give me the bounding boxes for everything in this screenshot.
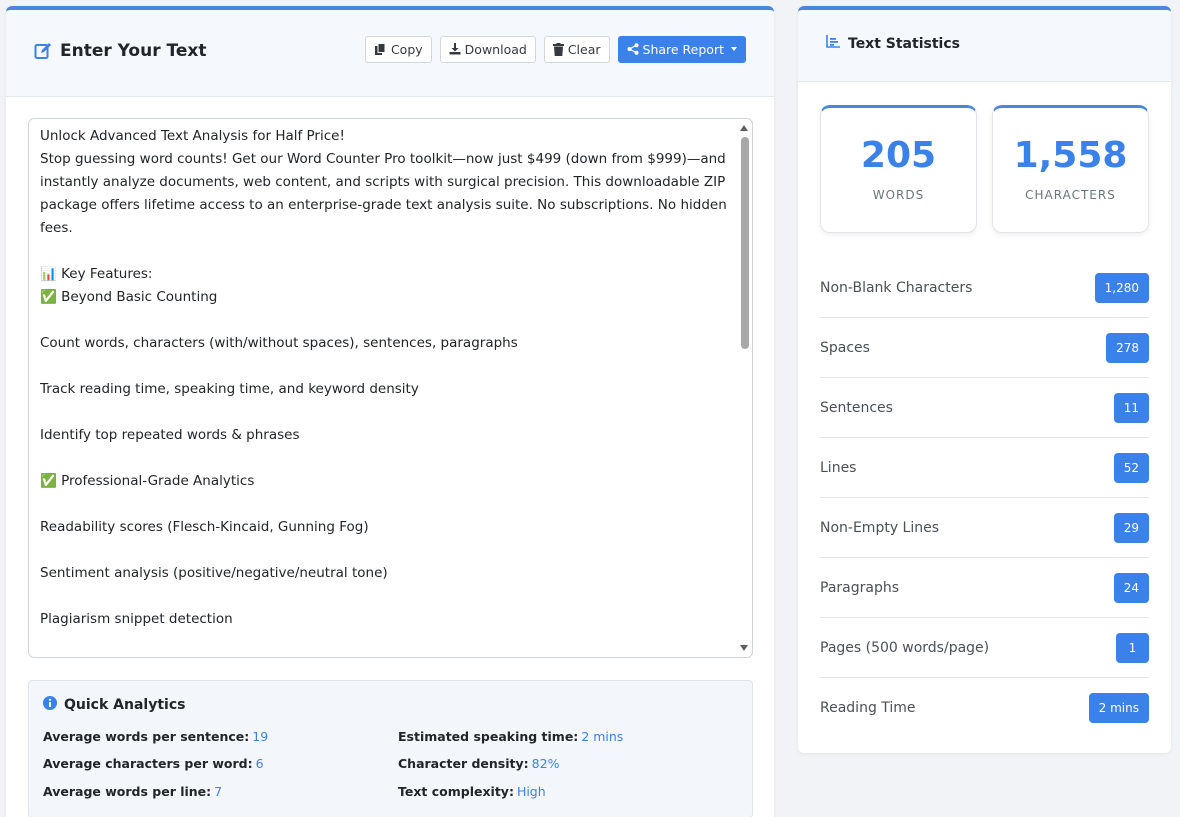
words-count: 205	[860, 135, 937, 176]
qa-value: 2 mins	[581, 729, 624, 744]
statistics-list: Non-Blank Characters 1,280 Spaces 278 Se…	[820, 258, 1149, 738]
qa-avg-words-per-sentence: Average words per sentence: 19	[43, 729, 268, 744]
characters-count: 1,558	[1013, 135, 1128, 176]
stat-label: Reading Time	[820, 700, 916, 716]
stat-label: Lines	[820, 459, 857, 476]
stat-label: Spaces	[820, 339, 870, 356]
caret-down-icon	[731, 47, 737, 51]
edit-icon	[34, 42, 52, 60]
stat-label: Non-Blank Characters	[820, 279, 973, 296]
stat-badge: 29	[1113, 512, 1149, 543]
qa-text-complexity: Text complexity: High	[398, 784, 546, 799]
download-button-label: Download	[464, 41, 527, 57]
stat-badge: 1	[1116, 632, 1149, 663]
stat-label: Non-Empty Lines	[820, 519, 940, 536]
stat-badge: 52	[1113, 452, 1149, 483]
quick-analytics-title: Quick Analytics	[43, 696, 185, 714]
editor-header: Enter Your Text Copy Download Clear Shar…	[6, 10, 774, 97]
scroll-thumb[interactable]	[741, 137, 749, 349]
characters-stat-card: 1,558 CHARACTERS	[992, 105, 1149, 233]
editor-toolbar: Copy Download Clear Share Report	[364, 35, 746, 63]
stat-row-pages: Pages (500 words/page) 1	[820, 618, 1149, 678]
qa-label: Average characters per word:	[43, 756, 253, 771]
qa-value: 7	[214, 784, 223, 799]
stat-row-lines: Lines 52	[820, 438, 1149, 498]
stat-badge: 2 mins	[1088, 693, 1149, 723]
stat-badge: 11	[1113, 392, 1149, 423]
stat-row-sentences: Sentences 11	[820, 378, 1149, 438]
editor-scrollbar[interactable]	[738, 119, 752, 657]
qa-value: High	[516, 784, 546, 799]
qa-label: Estimated speaking time:	[398, 729, 579, 744]
download-button[interactable]: Download	[439, 35, 536, 63]
qa-label: Average words per sentence:	[43, 729, 250, 744]
text-input-content[interactable]: Unlock Advanced Text Analysis for Half P…	[40, 125, 730, 631]
clear-button-label: Clear	[567, 41, 601, 57]
qa-avg-chars-per-word: Average characters per word: 6	[43, 756, 264, 771]
quick-analytics-box: Quick Analytics Average words per senten…	[28, 680, 753, 817]
qa-value: 6	[255, 756, 264, 771]
stat-label: Pages (500 words/page)	[820, 639, 990, 656]
qa-label: Average words per line:	[43, 784, 212, 799]
share-icon	[627, 43, 639, 55]
chart-icon	[826, 34, 840, 52]
editor-title: Enter Your Text	[34, 41, 206, 61]
editor-panel: Enter Your Text Copy Download Clear Shar…	[6, 6, 774, 817]
copy-button[interactable]: Copy	[364, 35, 432, 63]
words-label: WORDS	[872, 188, 925, 202]
text-input-area[interactable]: Unlock Advanced Text Analysis for Half P…	[28, 118, 753, 658]
qa-character-density: Character density: 82%	[398, 756, 559, 771]
stat-label: Paragraphs	[820, 579, 900, 596]
stat-row-non-blank-characters: Non-Blank Characters 1,280	[820, 258, 1149, 318]
quick-analytics-title-text: Quick Analytics	[64, 697, 186, 713]
editor-title-text: Enter Your Text	[60, 41, 207, 61]
characters-label: CHARACTERS	[1025, 188, 1116, 202]
stat-label: Sentences	[820, 399, 893, 416]
qa-label: Character density:	[398, 756, 529, 771]
stat-row-non-empty-lines: Non-Empty Lines 29	[820, 498, 1149, 558]
statistics-panel: Text Statistics 205 WORDS 1,558 CHARACTE…	[798, 6, 1171, 753]
qa-value: 19	[252, 729, 269, 744]
stat-badge: 24	[1113, 572, 1149, 603]
share-button-label: Share Report	[642, 41, 724, 57]
qa-label: Text complexity:	[398, 784, 514, 799]
stat-row-reading-time: Reading Time 2 mins	[820, 678, 1149, 738]
info-icon	[43, 696, 57, 714]
stat-badge: 278	[1106, 332, 1149, 363]
scroll-up-arrow-icon[interactable]	[740, 125, 748, 131]
trash-icon	[552, 42, 564, 56]
qa-value: 82%	[531, 756, 560, 771]
copy-icon	[374, 42, 387, 56]
copy-button-label: Copy	[390, 41, 423, 57]
scroll-down-arrow-icon[interactable]	[740, 645, 748, 651]
share-report-button[interactable]: Share Report	[617, 35, 746, 63]
clear-button[interactable]: Clear	[543, 35, 610, 63]
words-stat-card: 205 WORDS	[820, 105, 977, 233]
stat-row-spaces: Spaces 278	[820, 318, 1149, 378]
stat-badge: 1,280	[1094, 272, 1149, 303]
download-icon	[449, 43, 461, 55]
stat-row-paragraphs: Paragraphs 24	[820, 558, 1149, 618]
qa-speaking-time: Estimated speaking time: 2 mins	[398, 729, 623, 744]
qa-avg-words-per-line: Average words per line: 7	[43, 784, 222, 799]
statistics-header: Text Statistics	[798, 10, 1171, 82]
statistics-title: Text Statistics	[848, 35, 960, 52]
